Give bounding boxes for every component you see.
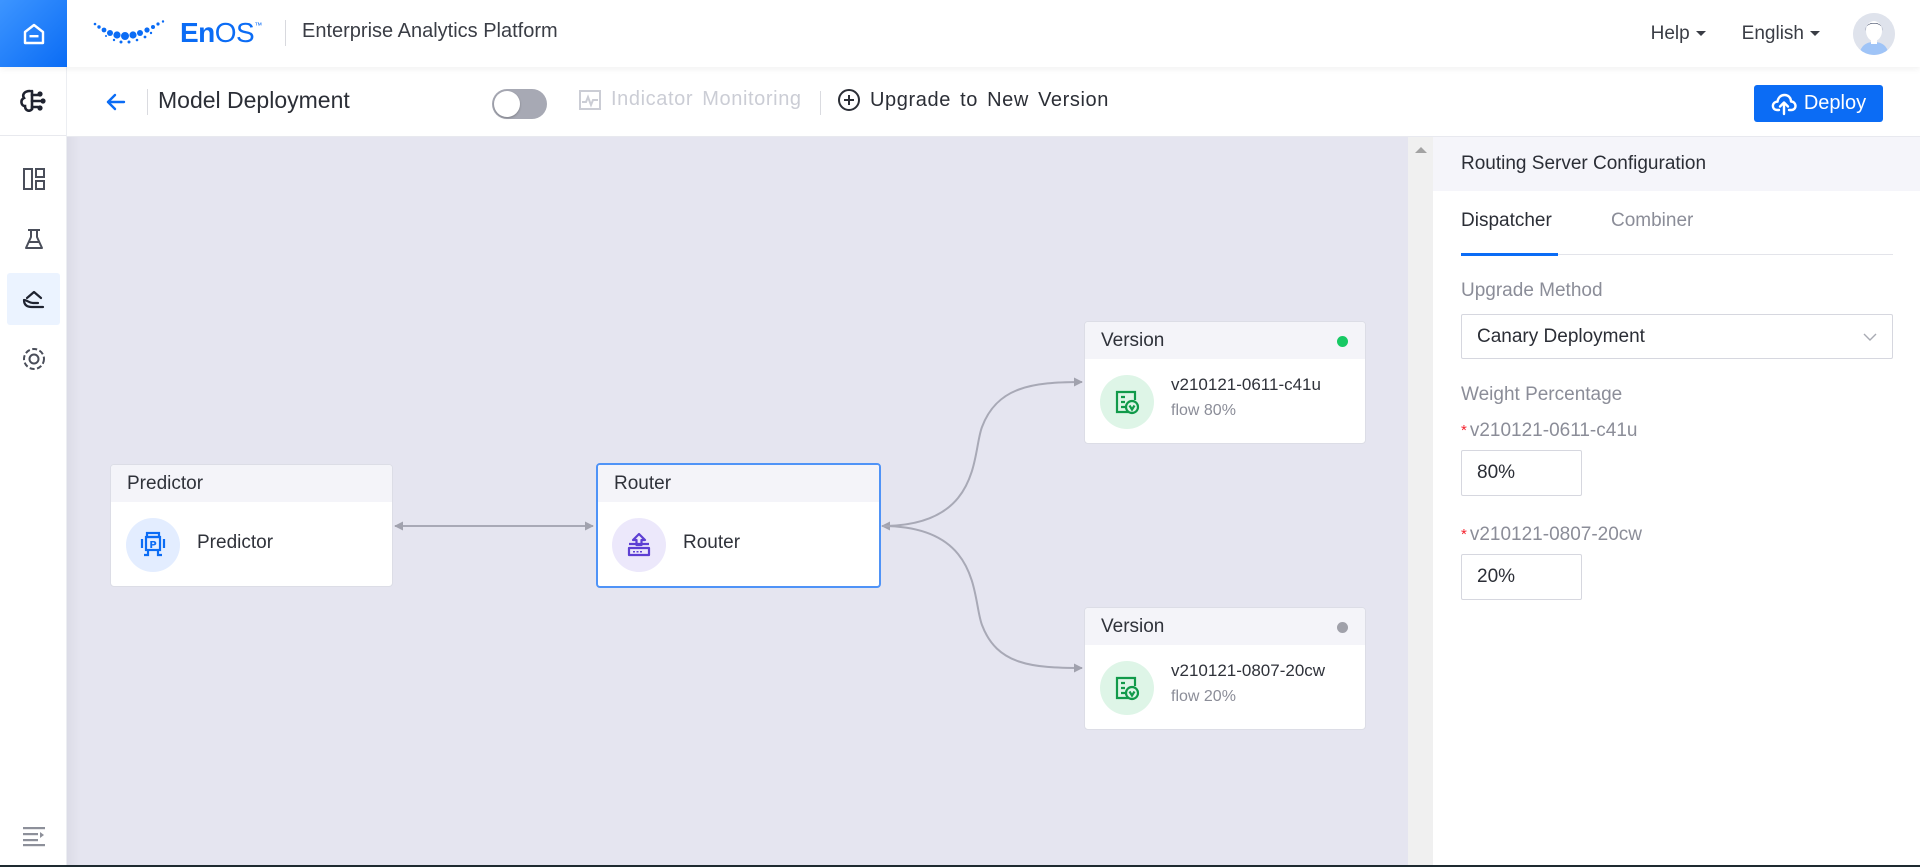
vertical-scrollbar[interactable] — [1408, 137, 1433, 865]
version-name: v210121-0807-20cw — [1171, 661, 1326, 680]
cloud-upload-icon — [1771, 93, 1797, 115]
status-stopped-dot — [1337, 622, 1348, 633]
panel-tabs: Dispatcher Combiner — [1461, 210, 1893, 256]
sidebar-item-settings[interactable] — [7, 333, 60, 385]
page-toolbar: Model Deployment Indicator Monitoring Up… — [67, 67, 1920, 137]
edge-router-version2[interactable] — [881, 525, 1083, 673]
upgrade-method-select[interactable]: Canary Deployment — [1461, 314, 1893, 359]
sidebar-item-experiment[interactable] — [7, 213, 60, 265]
upgrade-method-label: Upgrade Method — [1461, 280, 1603, 301]
weight-field-label: * v210121-0807-20cw — [1461, 524, 1642, 546]
toolbar-divider — [820, 91, 821, 115]
predictor-icon: P — [140, 531, 166, 557]
weight-field-label: * v210121-0611-c41u — [1461, 420, 1637, 442]
version-node[interactable]: Version v210121-0611-c41u flow 80% — [1084, 321, 1366, 444]
edge-router-version1[interactable] — [881, 377, 1083, 531]
version-icon-wrap — [1100, 375, 1154, 429]
hand-house-icon — [22, 290, 44, 309]
node-header-label: Version — [1101, 329, 1165, 351]
node-header: Version — [1085, 322, 1365, 359]
router-icon-wrap — [612, 518, 666, 572]
version-doc-icon — [1115, 390, 1140, 415]
required-mark: * — [1461, 526, 1467, 543]
arrow-left-icon — [106, 93, 126, 111]
weight-field-version: v210121-0807-20cw — [1469, 524, 1643, 545]
gear-target-icon — [22, 348, 45, 370]
home-button[interactable] — [0, 0, 67, 67]
router-node[interactable]: Router Router — [596, 463, 881, 588]
node-header: Predictor — [111, 465, 392, 502]
user-avatar-icon — [1853, 12, 1895, 55]
node-label: Predictor — [197, 532, 274, 553]
routing-config-panel: Routing Server Configuration Dispatcher … — [1433, 137, 1920, 865]
language-menu-label: English — [1741, 22, 1804, 44]
status-running-dot — [1337, 336, 1348, 347]
app-title: Enterprise Analytics Platform — [302, 20, 558, 42]
router-icon — [627, 532, 651, 557]
svg-text:P: P — [149, 540, 156, 551]
weight-field-version: v210121-0611-c41u — [1469, 420, 1638, 441]
version-name: v210121-0611-c41u — [1171, 375, 1321, 394]
dashboard-icon — [22, 168, 45, 190]
panel-title: Routing Server Configuration — [1433, 137, 1920, 191]
deployment-canvas[interactable]: Predictor P Predictor Router Router Vers… — [67, 137, 1408, 865]
version-node[interactable]: Version v210121-0807-20cw flow 20% — [1084, 607, 1366, 730]
left-sidebar — [0, 67, 67, 867]
version-doc-icon — [1115, 676, 1140, 701]
sidebar-app-switcher[interactable] — [0, 67, 66, 136]
indicator-monitoring-label: Indicator Monitoring — [611, 88, 802, 110]
app-network-icon — [20, 89, 46, 112]
top-bar: EnOS™ Enterprise Analytics Platform Help… — [0, 0, 1920, 67]
upgrade-method-value: Canary Deployment — [1477, 325, 1645, 347]
page-title: Model Deployment — [158, 87, 350, 113]
predictor-node[interactable]: Predictor P Predictor — [110, 464, 393, 587]
help-menu[interactable]: Help — [1651, 23, 1706, 45]
required-mark: * — [1461, 422, 1467, 439]
chevron-down-icon — [1863, 333, 1877, 341]
node-header: Version — [1085, 608, 1365, 645]
deploy-button[interactable]: Deploy — [1754, 85, 1883, 122]
indicator-monitoring-button[interactable]: Indicator Monitoring — [579, 88, 802, 111]
predictor-icon-wrap: P — [126, 518, 180, 572]
deployment-toggle[interactable] — [492, 89, 547, 119]
upgrade-version-label: Upgrade to New Version — [870, 88, 1109, 111]
upgrade-version-button[interactable]: Upgrade to New Version — [837, 88, 1109, 112]
sidebar-item-deployment[interactable] — [7, 273, 60, 325]
home-icon — [23, 23, 44, 44]
tab-combiner[interactable]: Combiner — [1611, 210, 1693, 255]
node-header: Router — [598, 465, 879, 502]
logo-dots-icon — [93, 20, 165, 44]
back-button[interactable] — [103, 89, 129, 115]
weight-input-version2[interactable] — [1461, 554, 1582, 600]
weight-input-version1[interactable] — [1461, 450, 1582, 496]
deploy-label: Deploy — [1803, 92, 1867, 114]
sidebar-item-dashboard[interactable] — [7, 153, 60, 205]
language-menu[interactable]: English — [1742, 23, 1820, 45]
scroll-up-arrow-icon[interactable] — [1415, 147, 1427, 153]
help-menu-label: Help — [1650, 22, 1690, 44]
node-header-label: Version — [1101, 615, 1165, 637]
flask-icon — [24, 229, 43, 249]
caret-down-icon — [1695, 31, 1706, 36]
caret-down-icon — [1810, 31, 1820, 36]
user-avatar[interactable] — [1853, 12, 1895, 55]
logo-divider — [285, 20, 286, 46]
version-flow: flow 80% — [1171, 402, 1236, 419]
expand-sidebar-button[interactable] — [0, 825, 67, 847]
plus-circle-icon — [838, 89, 860, 111]
enos-logo[interactable]: EnOS™ — [92, 14, 262, 52]
node-label: Router — [683, 532, 741, 553]
expand-menu-icon — [22, 827, 45, 847]
version-flow: flow 20% — [1171, 688, 1236, 705]
brand-name: EnOS™ — [180, 17, 262, 48]
tab-dispatcher[interactable]: Dispatcher — [1461, 210, 1558, 256]
version-icon-wrap — [1100, 661, 1154, 715]
monitor-chart-icon — [579, 89, 601, 110]
toolbar-divider — [147, 89, 148, 115]
weight-percentage-label: Weight Percentage — [1461, 384, 1623, 405]
